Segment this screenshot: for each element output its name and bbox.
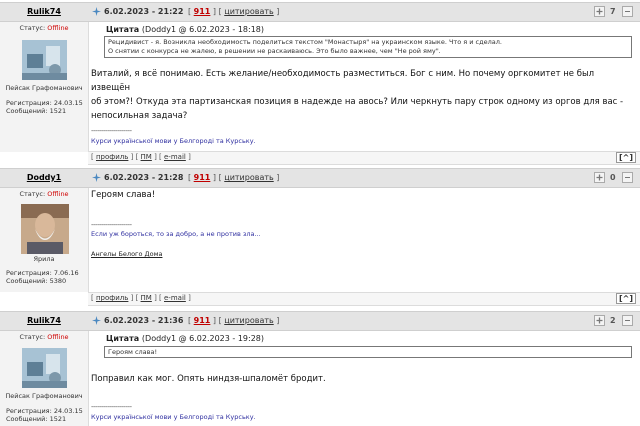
- post-actions: [ 911 ] [ цитировать ]: [188, 316, 280, 325]
- footer-links: [ профиль ] [ ПМ ] [ e-mail ]: [91, 153, 191, 161]
- avatar-image: [22, 40, 67, 80]
- rate-up-button[interactable]: [594, 6, 605, 17]
- post-body-line: Виталий, я всё понимаю. Есть желание/нео…: [91, 69, 595, 93]
- rate-down-button[interactable]: [622, 6, 633, 17]
- signature-divider: --------------------: [91, 127, 132, 135]
- user-message-count: Сообщений: 1521: [6, 107, 67, 115]
- plus-icon: [596, 174, 603, 181]
- rate-down-button[interactable]: [622, 172, 633, 183]
- avatar-image: [22, 348, 67, 388]
- quote-link[interactable]: цитировать: [224, 316, 273, 325]
- signature[interactable]: Курси української мови у Белгороді та Ку…: [91, 413, 256, 421]
- author-name[interactable]: Rulik74: [0, 316, 88, 325]
- email-link[interactable]: e-mail: [164, 294, 186, 302]
- signature[interactable]: Курси української мови у Белгороді та Ку…: [91, 137, 256, 145]
- signature-divider: --------------------: [91, 403, 132, 411]
- quote-line: Рецидивист - я. Возникла необходимость п…: [108, 38, 502, 46]
- plus-icon: [596, 8, 603, 15]
- user-registration: Регистрация: 24.03.15: [6, 407, 83, 415]
- post-body: Виталий, я всё понимаю. Есть желание/нео…: [91, 67, 633, 123]
- minus-icon: [625, 177, 630, 178]
- user-status: Статус: Offline: [19, 24, 69, 32]
- post-number-link[interactable]: 911: [194, 316, 211, 325]
- user-status: Статус: Offline: [19, 333, 69, 341]
- post-link-icon[interactable]: [92, 173, 101, 182]
- scroll-top-button[interactable]: [^]: [615, 152, 636, 163]
- post-actions: [ 911 ] [ цитировать ]: [188, 7, 280, 16]
- post-date: 6.02.2023 - 21:22: [104, 7, 184, 16]
- quote-header: Цитата (Doddy1 @ 6.02.2023 - 18:18): [106, 25, 265, 34]
- footer-links: [ профиль ] [ ПМ ] [ e-mail ]: [91, 294, 191, 302]
- quote-header: Цитата (Doddy1 @ 6.02.2023 - 19:28): [106, 334, 265, 343]
- signature-divider: --------------------: [91, 221, 132, 229]
- post-header: Rulik74 6.02.2023 - 21:22 [ 911 ] [ цити…: [0, 2, 640, 22]
- signature[interactable]: Если уж бороться, то за добро, а не прот…: [91, 230, 261, 238]
- avatar[interactable]: [22, 348, 67, 388]
- post-footer: [ профиль ] [ ПМ ] [ e-mail ] [^]: [88, 151, 640, 165]
- post-number-link[interactable]: 911: [194, 173, 211, 182]
- quote-link[interactable]: цитировать: [224, 173, 273, 182]
- avatar[interactable]: [21, 204, 69, 254]
- rating-value: 0: [610, 173, 616, 182]
- rating-widget: 7: [594, 5, 638, 19]
- scroll-top-button[interactable]: [^]: [615, 293, 636, 304]
- rate-up-button[interactable]: [594, 315, 605, 326]
- post-link-icon[interactable]: [92, 316, 101, 325]
- user-registration: Регистрация: 7.06.16: [6, 269, 79, 277]
- avatar-image: [21, 204, 69, 254]
- rate-up-button[interactable]: [594, 172, 605, 183]
- author-name[interactable]: Rulik74: [0, 7, 88, 16]
- quote-box: Героям слава!: [104, 346, 632, 358]
- post-body-line: Героям слава!: [91, 190, 156, 200]
- avatar-caption: Пейсак Графоманович: [5, 84, 83, 92]
- quote-line: Героям слава!: [108, 348, 158, 356]
- plus-icon: [596, 317, 603, 324]
- post-header: Rulik74 6.02.2023 - 21:36 [ 911 ] [ цити…: [0, 311, 640, 331]
- profile-link[interactable]: профиль: [96, 294, 128, 302]
- rate-down-button[interactable]: [622, 315, 633, 326]
- quote-line: О снятии с конкурса не жалею, в решении …: [108, 47, 441, 55]
- post-header: Doddy1 6.02.2023 - 21:28 [ 911 ] [ цитир…: [0, 168, 640, 188]
- minus-icon: [625, 11, 630, 12]
- post-number-link[interactable]: 911: [194, 7, 211, 16]
- post-body-line: непосильная задача?: [91, 111, 188, 121]
- post-body-line: об этом?! Откуда эта партизанская позици…: [91, 97, 624, 107]
- post-actions: [ 911 ] [ цитировать ]: [188, 173, 280, 182]
- avatar-caption: Ярила: [33, 255, 55, 263]
- quote-box: Рецидивист - я. Возникла необходимость п…: [104, 36, 632, 58]
- rating-widget: 2: [594, 314, 638, 328]
- pm-link[interactable]: ПМ: [141, 153, 152, 161]
- post-link-icon[interactable]: [92, 7, 101, 16]
- avatar[interactable]: [22, 40, 67, 80]
- rating-widget: 0: [594, 171, 638, 185]
- quote-link[interactable]: цитировать: [224, 7, 273, 16]
- post-date: 6.02.2023 - 21:28: [104, 173, 184, 182]
- signature-link[interactable]: Ангелы Белого Дома: [91, 250, 162, 258]
- rating-value: 2: [610, 316, 616, 325]
- user-status: Статус: Offline: [19, 190, 69, 198]
- post-date: 6.02.2023 - 21:36: [104, 316, 184, 325]
- avatar-caption: Пейсак Графоманович: [5, 392, 83, 400]
- user-registration: Регистрация: 24.03.15: [6, 99, 83, 107]
- pm-link[interactable]: ПМ: [141, 294, 152, 302]
- post-body: Героям слава!: [91, 188, 633, 202]
- post-body: Поправил как мог. Опять ниндзя-шпаломёт …: [91, 372, 633, 386]
- profile-link[interactable]: профиль: [96, 153, 128, 161]
- rating-value: 7: [610, 7, 616, 16]
- post-footer: [ профиль ] [ ПМ ] [ e-mail ] [^]: [88, 292, 640, 306]
- minus-icon: [625, 320, 630, 321]
- user-message-count: Сообщений: 5380: [6, 277, 67, 285]
- email-link[interactable]: e-mail: [164, 153, 186, 161]
- author-name[interactable]: Doddy1: [0, 173, 88, 182]
- user-message-count: Сообщений: 1521: [6, 415, 67, 423]
- post-body-line: Поправил как мог. Опять ниндзя-шпаломёт …: [91, 374, 326, 384]
